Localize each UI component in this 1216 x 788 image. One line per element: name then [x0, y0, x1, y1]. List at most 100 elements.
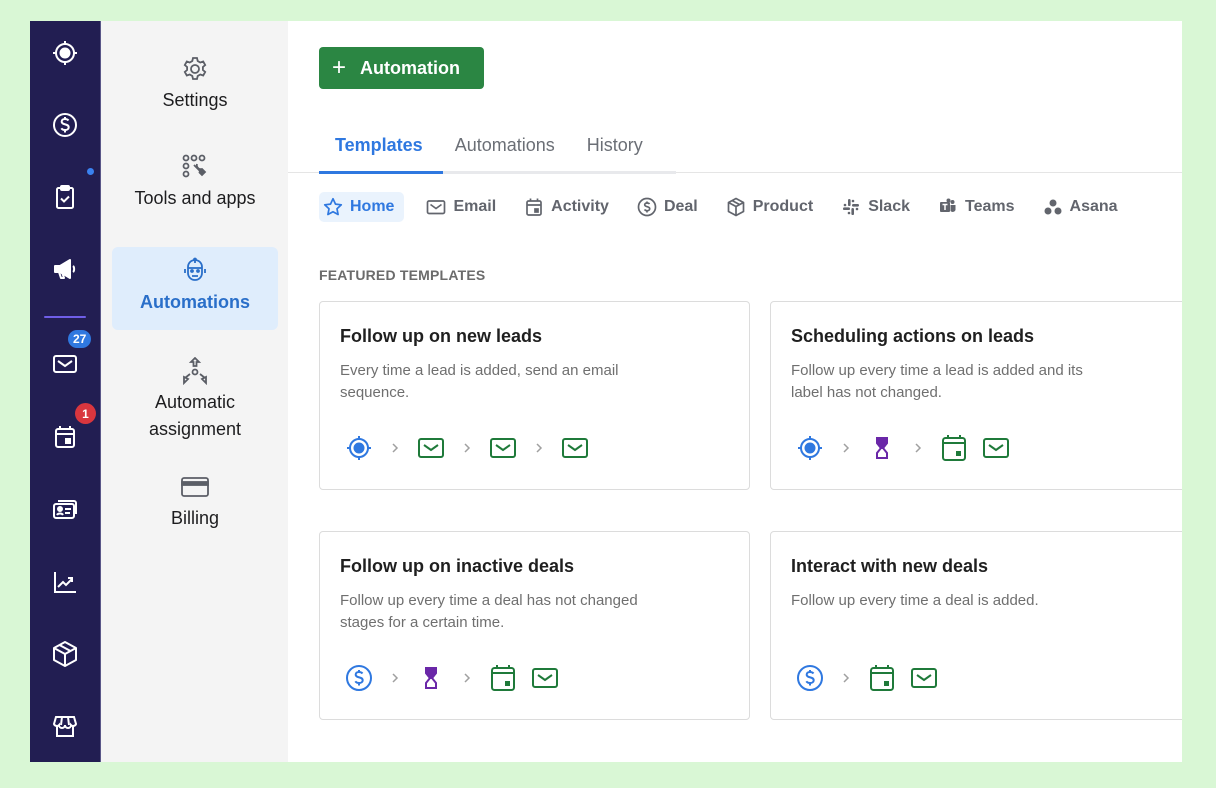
dollar-icon: [53, 113, 77, 137]
contact-card-icon: [53, 500, 77, 519]
tab-history[interactable]: History: [571, 127, 659, 173]
slack-icon: [843, 199, 860, 215]
category-filters: Home Email Activity Deal Product Slack T…: [319, 192, 1140, 222]
filter-product[interactable]: Product: [720, 192, 819, 222]
template-description: Follow up every time a deal has not chan…: [340, 592, 638, 631]
calendar-icon: [526, 198, 542, 216]
panel-item-label: Tools and apps: [134, 188, 256, 208]
rail-item-leads[interactable]: [30, 33, 100, 73]
chevron-right-icon: [374, 672, 416, 684]
rail-item-contacts[interactable]: [30, 490, 100, 530]
assignment-icon: [181, 357, 209, 385]
template-steps: [344, 663, 560, 693]
panel-item-settings[interactable]: Settings: [112, 55, 278, 114]
mail-icon: [53, 355, 77, 373]
chevron-right-icon: [446, 672, 488, 684]
filter-deal[interactable]: Deal: [631, 192, 704, 222]
mail-icon: [981, 433, 1011, 463]
add-automation-label: Automation: [360, 57, 460, 78]
template-card[interactable]: Follow up on new leads Every time a lead…: [319, 301, 750, 490]
calendar-icon: [867, 663, 897, 693]
template-steps: [795, 663, 939, 693]
mail-icon: [488, 433, 518, 463]
template-card[interactable]: Interact with new deals Follow up every …: [770, 531, 1182, 720]
filter-label: Activity: [551, 198, 609, 215]
panel-item-label: Automations: [140, 292, 250, 312]
template-title: Follow up on inactive deals: [340, 556, 575, 576]
megaphone-icon: [54, 259, 76, 279]
chevron-right-icon: [446, 442, 488, 454]
app-window: 27 1 Settings Tools and apps Automations…: [30, 21, 1182, 762]
mail-icon: [416, 433, 446, 463]
panel-item-automations[interactable]: Automations: [112, 247, 278, 330]
calendar-icon: [488, 663, 518, 693]
star-icon: [323, 197, 343, 216]
template-title: Interact with new deals: [791, 556, 989, 576]
mail-count-badge: 27: [68, 330, 92, 348]
filter-home[interactable]: Home: [319, 192, 405, 222]
panel-item-automatic-assignment[interactable]: Automatic assignment: [112, 357, 278, 443]
filter-label: Asana: [1069, 198, 1118, 215]
add-automation-button[interactable]: + Automation: [319, 47, 484, 89]
chevron-right-icon: [374, 442, 416, 454]
rail-item-campaigns[interactable]: [30, 249, 100, 289]
template-card[interactable]: Scheduling actions on leads Follow up ev…: [770, 301, 1182, 490]
tab-automations[interactable]: Automations: [439, 127, 571, 173]
chevron-right-icon: [825, 672, 867, 684]
filter-asana[interactable]: Asana: [1037, 192, 1124, 222]
gear-icon: [181, 55, 209, 83]
filter-label: Home: [350, 198, 395, 215]
calendar-icon: [939, 433, 969, 463]
hourglass-icon: [867, 433, 897, 463]
filter-label: Email: [453, 198, 497, 215]
mail-icon: [560, 433, 590, 463]
filter-activity[interactable]: Activity: [518, 192, 615, 222]
box-icon: [727, 197, 745, 217]
rail-item-products[interactable]: [30, 634, 100, 674]
template-title: Follow up on new leads: [340, 326, 543, 346]
filter-email[interactable]: Email: [420, 192, 502, 222]
template-title: Scheduling actions on leads: [791, 326, 1035, 346]
panel-item-tools-and-apps[interactable]: Tools and apps: [112, 153, 278, 212]
mail-icon: [909, 663, 939, 693]
template-description: Every time a lead is added, send an emai…: [340, 362, 619, 401]
rail-item-projects[interactable]: [30, 177, 100, 217]
rail-item-marketplace[interactable]: [30, 706, 100, 746]
clipboard-check-icon: [56, 185, 74, 209]
tab-templates[interactable]: Templates: [319, 127, 439, 173]
target-icon: [53, 41, 77, 65]
calendar-icon: [55, 426, 75, 448]
chart-icon: [54, 572, 76, 593]
store-icon: [52, 716, 78, 737]
teams-icon: [940, 198, 956, 212]
template-card[interactable]: Follow up on inactive deals Follow up ev…: [319, 531, 750, 720]
filter-slack[interactable]: Slack: [835, 192, 916, 222]
target-icon: [344, 433, 374, 463]
rail-item-mail[interactable]: [30, 344, 100, 384]
panel-item-billing[interactable]: Billing: [112, 473, 278, 532]
chevron-right-icon: [825, 442, 867, 454]
template-steps: [344, 433, 590, 463]
filter-label: Deal: [663, 198, 698, 215]
asana-icon: [1044, 199, 1062, 215]
chevron-right-icon: [518, 442, 560, 454]
activities-count-badge: 1: [75, 403, 96, 424]
notification-dot: [87, 168, 94, 175]
filter-teams[interactable]: Teams: [932, 192, 1021, 222]
section-title: FEATURED TEMPLATES: [319, 267, 486, 283]
dollar-icon: [637, 197, 657, 217]
plus-icon: +: [332, 54, 347, 81]
rail-item-deals[interactable]: [30, 105, 100, 145]
template-description: Follow up every time a lead is added and…: [791, 362, 1083, 401]
main-nav-rail: 27 1: [30, 21, 101, 762]
filter-label: Product: [752, 198, 814, 215]
panel-item-label: Automatic assignment: [148, 392, 242, 439]
dollar-icon: [344, 663, 374, 693]
rail-divider: [44, 316, 86, 318]
panel-item-label: Settings: [162, 90, 228, 110]
filter-label: Slack: [868, 198, 910, 215]
tools-icon: [181, 153, 209, 181]
settings-panel: Settings Tools and apps Automations Auto…: [101, 21, 288, 762]
rail-item-insights[interactable]: [30, 562, 100, 602]
chevron-right-icon: [897, 442, 939, 454]
